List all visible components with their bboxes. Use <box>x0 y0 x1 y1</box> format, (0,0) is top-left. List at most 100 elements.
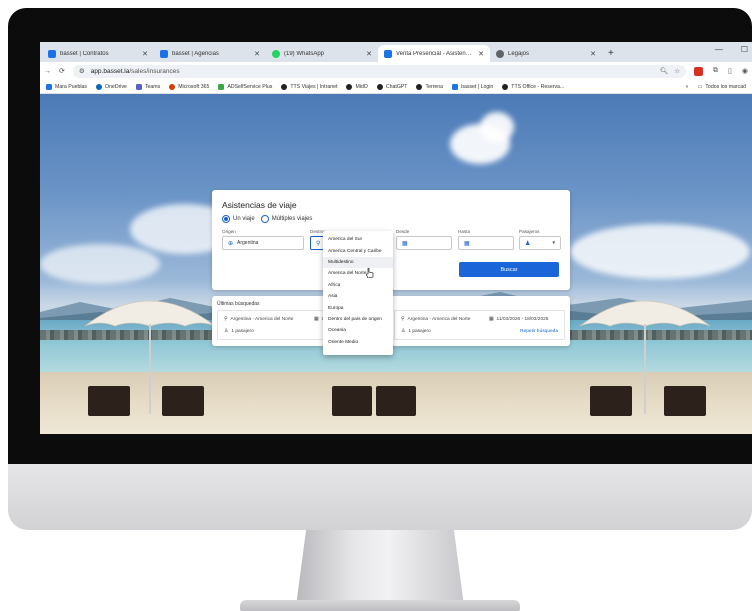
tab-venta-presencial[interactable]: Venta Presencial - Asistencias d ✕ <box>378 45 490 62</box>
teams-icon <box>135 83 142 90</box>
from-date-input[interactable]: ▦ <box>396 236 452 250</box>
form-title: Asistencias de viaje <box>222 200 297 210</box>
window-controls: — ☐ <box>715 45 748 54</box>
dropdown-option[interactable]: Oceania <box>323 325 393 336</box>
close-tab-icon[interactable]: ✕ <box>590 50 596 58</box>
bookmark-item[interactable]: OneDrive <box>96 83 127 90</box>
url-host: app.basset.la <box>90 67 130 75</box>
maximize-icon[interactable]: ☐ <box>741 45 748 54</box>
close-tab-icon[interactable]: ✕ <box>142 50 148 58</box>
lounge-chair-image <box>664 386 706 416</box>
tab-title: Legajos <box>508 50 530 57</box>
lounge-chair-image <box>332 386 372 416</box>
basset-favicon-icon <box>452 83 459 90</box>
bookmark-item[interactable]: basset | Login <box>452 83 493 90</box>
person-icon: ♟ <box>525 240 531 247</box>
tab-title: basset | Agencias <box>172 50 219 57</box>
basset-favicon-icon <box>384 49 392 58</box>
dropdown-option[interactable]: Oriente Medio <box>323 337 393 348</box>
umbrella-pole <box>149 324 151 414</box>
search-button[interactable]: Buscar <box>459 262 559 277</box>
recent-search-card[interactable]: ⚲ Argentina - America del Norte ▦ 11/03/20… <box>394 310 565 340</box>
location-pin-icon: ⚲ <box>401 317 405 322</box>
close-tab-icon[interactable]: ✕ <box>478 50 484 58</box>
side-panel-icon[interactable]: ▯ <box>728 67 732 75</box>
all-bookmarks-button[interactable]: ▭ Todos los marcad <box>697 84 746 90</box>
whatsapp-favicon-icon <box>272 49 280 58</box>
lounge-chair-image <box>590 386 632 416</box>
forward-icon[interactable]: → <box>44 68 51 75</box>
monitor-mockup: basset | Contratos ✕ basset | Agencias ✕… <box>0 0 752 611</box>
destination-dropdown: America del Sur America Central y Caribe… <box>323 231 393 355</box>
minimize-icon[interactable]: — <box>715 45 723 54</box>
bookmark-item[interactable]: TTS Viajes | Intranet <box>281 83 337 90</box>
umbrella-pole <box>644 324 646 414</box>
address-toolbar: → ⟳ ⚙ app.basset.la/sales/insurances 🔍︎ … <box>40 62 752 80</box>
calendar-icon: ▦ <box>402 240 408 247</box>
dropdown-option[interactable]: America del Sur <box>323 234 393 245</box>
recent-dates: ▦ 11/03/2026 - 18/03/2026 <box>489 317 549 322</box>
recent-route: ⚲ Argentina - America del Norte <box>224 317 294 322</box>
dropdown-option[interactable]: Africa <box>323 280 393 291</box>
dropdown-option[interactable]: Multidestino <box>323 256 393 269</box>
new-tab-button[interactable]: + <box>602 48 622 62</box>
dropdown-option[interactable]: Asia <box>323 291 393 302</box>
site-info-icon[interactable]: ⚙ <box>79 67 85 75</box>
browser-window: basset | Contratos ✕ basset | Agencias ✕… <box>40 42 752 434</box>
profile-icon[interactable]: ◉ <box>742 67 748 75</box>
globe-favicon-icon <box>496 49 504 58</box>
tab-agencias[interactable]: basset | Agencias ✕ <box>154 45 266 62</box>
dropdown-option[interactable]: America del Norte <box>323 268 393 279</box>
dropdown-option[interactable]: Europa <box>323 302 393 313</box>
repeat-search-link[interactable]: Repetir búsqueda <box>520 329 558 334</box>
bookmark-item[interactable]: Teams <box>135 83 160 90</box>
origin-input[interactable]: ⊕ Argentina <box>222 236 304 250</box>
monitor-stand-foot <box>240 600 520 611</box>
bookmark-item[interactable]: Terrena <box>416 83 443 90</box>
tab-title: Venta Presencial - Asistencias d <box>396 50 475 57</box>
dropdown-option[interactable]: Dentro del país de origen <box>323 314 393 325</box>
radio-unchecked-icon <box>260 215 269 223</box>
bookmark-item[interactable]: ADSelfService Plus <box>218 83 272 90</box>
bookmark-item[interactable]: TTS Office - Reserva... <box>502 83 564 90</box>
to-date-label: Hasta <box>458 229 471 234</box>
extensions-puzzle-icon[interactable]: ⧉ <box>713 67 718 75</box>
adselfservice-icon <box>218 83 225 90</box>
location-pin-icon: ⚲ <box>224 317 228 322</box>
reload-icon[interactable]: ⟳ <box>59 67 65 75</box>
tab-contratos[interactable]: basset | Contratos ✕ <box>42 45 154 62</box>
bookmark-item[interactable]: ChatGPT <box>376 83 407 90</box>
origin-label: Origen <box>222 229 236 234</box>
to-date-input[interactable]: ▦ <box>458 236 514 250</box>
bookmark-item[interactable]: Mara Pueblas <box>46 83 87 90</box>
cloud-image <box>40 244 160 284</box>
bookmark-star-icon[interactable]: ☆ <box>674 67 680 75</box>
passengers-select[interactable]: ♟ ▾ <box>519 236 561 250</box>
url-bar[interactable]: ⚙ app.basset.la/sales/insurances 🔍︎ ☆ <box>72 64 687 78</box>
cloud-image <box>570 224 750 279</box>
radio-multiple-trips[interactable]: Múltiples viajes <box>260 215 312 223</box>
close-tab-icon[interactable]: ✕ <box>366 50 372 58</box>
close-tab-icon[interactable]: ✕ <box>254 50 260 58</box>
tab-whatsapp[interactable]: (19) WhatsApp ✕ <box>266 45 378 62</box>
bookmark-item[interactable]: Microsoft 365 <box>169 83 209 90</box>
basset-favicon-icon <box>160 49 168 58</box>
calendar-icon: ▦ <box>489 317 494 322</box>
extension-icon[interactable] <box>694 66 704 76</box>
bookmarks-bar: Mara Pueblas OneDrive Teams Microsoft 36… <box>40 80 752 94</box>
hand-cursor-icon <box>366 268 374 278</box>
more-bookmarks-button[interactable]: » <box>686 84 689 90</box>
recent-passengers: ♙ 1 pasajero <box>224 329 254 334</box>
onedrive-icon <box>96 83 103 90</box>
zoom-icon[interactable]: 🔍︎ <box>660 67 668 75</box>
globe-icon <box>502 83 509 90</box>
globe-icon <box>346 83 353 90</box>
bookmark-item[interactable]: MidO <box>346 83 368 90</box>
lounge-chair-image <box>88 386 130 416</box>
recent-passengers: ♙ 1 pasajero <box>401 329 431 334</box>
dropdown-option[interactable]: America Central y Caribe <box>323 245 393 256</box>
monitor-chin <box>8 464 752 530</box>
radio-single-trip[interactable]: Un viaje <box>222 215 255 223</box>
recent-route: ⚲ Argentina - America del Norte <box>401 317 471 322</box>
tab-legajos[interactable]: Legajos ✕ <box>490 45 602 62</box>
